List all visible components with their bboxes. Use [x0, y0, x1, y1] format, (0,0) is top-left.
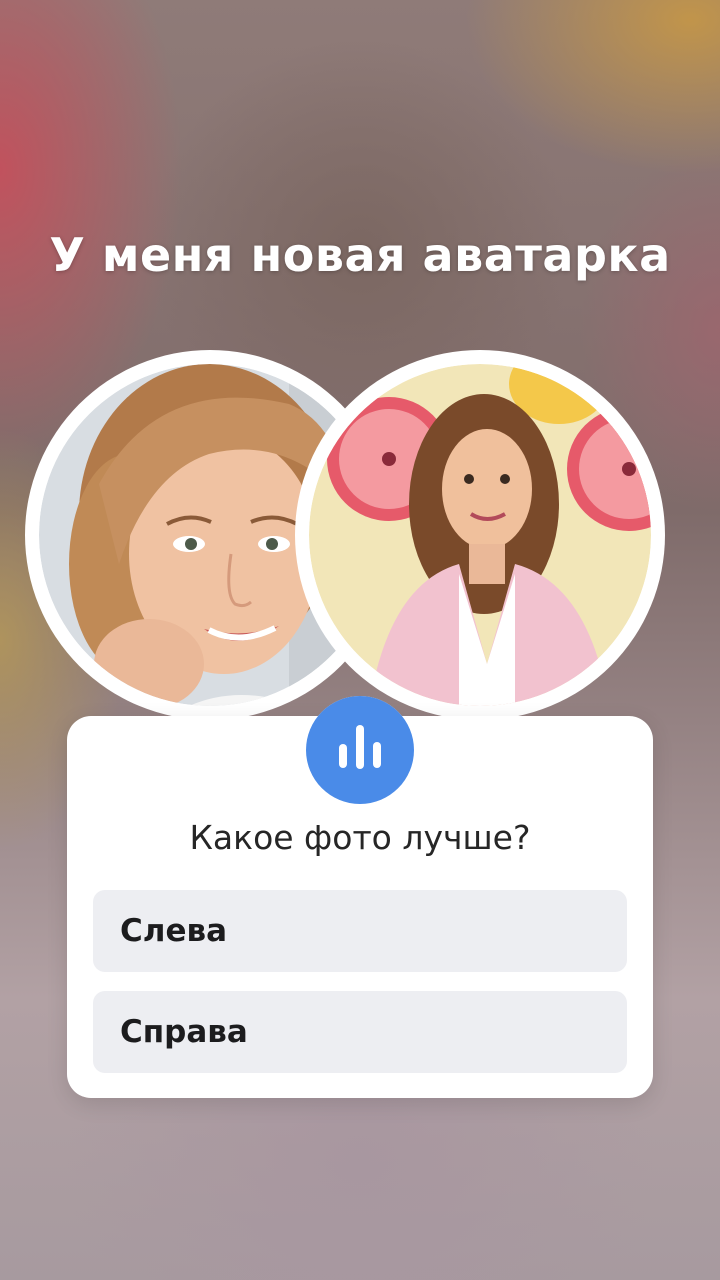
poll-chart-icon: [306, 696, 414, 804]
poll-question: Какое фото лучше?: [189, 818, 531, 857]
poll-option-left[interactable]: Слева: [93, 890, 627, 972]
poll-badge: [306, 696, 414, 804]
woman-portrait-right: [309, 364, 651, 706]
poll-option-right[interactable]: Справа: [93, 991, 627, 1073]
story-headline: У меня новая аватарка: [49, 228, 671, 282]
avatar-photo-right: [295, 350, 665, 720]
